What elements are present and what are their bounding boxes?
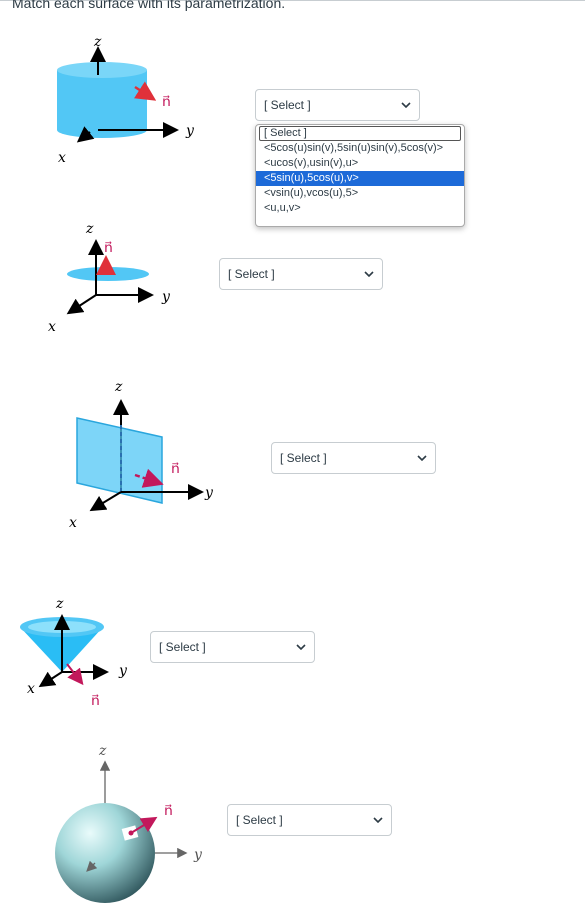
svg-text:z: z: [114, 379, 123, 395]
parametrization-select-5[interactable]: [ Select ]: [227, 804, 392, 836]
svg-text:y: y: [161, 289, 171, 305]
svg-text:n⃗: n⃗: [91, 692, 100, 708]
svg-text:n⃗: n⃗: [164, 802, 173, 818]
dropdown-option[interactable]: <ucos(v),usin(v),u>: [256, 156, 464, 171]
dropdown-option[interactable]: <5cos(u)sin(v),5sin(u)sin(v),5cos(v)>: [256, 141, 464, 156]
svg-text:y: y: [204, 485, 214, 501]
x-axis-label: x: [58, 150, 66, 166]
svg-text:z: z: [85, 221, 94, 237]
sphere-figure: z n⃗ y: [55, 743, 203, 903]
parametrization-select-3[interactable]: [ Select ]: [271, 442, 436, 474]
svg-text:z: z: [98, 743, 107, 759]
select-value: [ Select ]: [159, 640, 206, 654]
select-value: [ Select ]: [280, 451, 327, 465]
svg-text:n⃗: n⃗: [171, 460, 180, 476]
dropdown-option[interactable]: <vsin(u),vcos(u),5>: [256, 186, 464, 201]
parametrization-select-2[interactable]: [ Select ]: [219, 258, 383, 290]
parametrization-select-4[interactable]: [ Select ]: [150, 631, 315, 663]
plane-figure: z n⃗ y x: [69, 379, 214, 531]
svg-text:n⃗: n⃗: [104, 239, 113, 255]
dropdown-option[interactable]: <u,u,v>: [256, 201, 464, 216]
chevron-down-icon: [417, 455, 427, 461]
parametrization-select-1[interactable]: [ Select ]: [255, 89, 420, 121]
chevron-down-icon: [373, 817, 383, 823]
dropdown-option[interactable]: [ Select ]: [259, 126, 461, 141]
select-value: [ Select ]: [236, 813, 283, 827]
select-value: [ Select ]: [228, 267, 275, 281]
chevron-down-icon: [401, 102, 411, 108]
question-instructions: Match each surface with its parametrizat…: [12, 0, 286, 11]
parametrization-dropdown-list: [ Select ] <5cos(u)sin(v),5sin(u)sin(v),…: [255, 124, 465, 227]
svg-text:y: y: [193, 847, 203, 863]
chevron-down-icon: [364, 271, 374, 277]
select-value: [ Select ]: [264, 98, 311, 112]
dropdown-option-highlighted[interactable]: <5sin(u),5cos(u),v>: [256, 171, 464, 186]
svg-text:x: x: [48, 319, 56, 335]
svg-text:x: x: [27, 681, 35, 697]
disk-figure: z n⃗ y x: [48, 221, 171, 335]
svg-text:x: x: [69, 515, 77, 531]
cylinder-figure: z y x n⃗: [57, 34, 195, 166]
svg-text:z: z: [55, 596, 64, 612]
svg-text:y: y: [118, 663, 128, 679]
z-axis-label: z: [93, 34, 102, 50]
cone-figure: z y x n⃗: [20, 596, 128, 708]
normal-label: n⃗: [162, 93, 171, 109]
y-axis-label: y: [185, 123, 195, 139]
chevron-down-icon: [296, 644, 306, 650]
